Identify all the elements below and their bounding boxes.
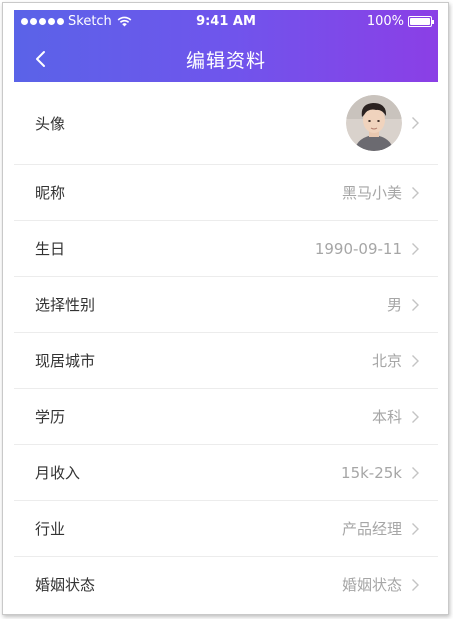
row-value: 1990-09-11 [314, 239, 402, 258]
row-label: 婚姻状态 [35, 576, 96, 594]
chevron-right-icon [412, 578, 419, 591]
row-education[interactable]: 学历 本科 [14, 389, 438, 445]
row-value: 北京 [371, 352, 402, 370]
row-birthday[interactable]: 生日 1990-09-11 [14, 221, 438, 277]
row-value: 婚姻状态 [341, 576, 402, 594]
avatar [346, 95, 402, 151]
battery-percent: 100% [366, 14, 404, 29]
screenshot-frame: Sketch 9:41 AM 100% 编辑资料 头像 昵称 黑马小美 生日 1… [2, 2, 449, 615]
chevron-right-icon [412, 522, 419, 535]
row-label: 学历 [35, 408, 66, 426]
row-value: 本科 [371, 408, 402, 426]
row-value: 产品经理 [341, 520, 402, 538]
chevron-right-icon [412, 117, 419, 129]
row-value: 男 [386, 296, 402, 314]
row-value: 黑马小美 [341, 184, 402, 202]
row-value: 15k-25k [341, 463, 402, 482]
header: Sketch 9:41 AM 100% 编辑资料 [14, 10, 438, 82]
battery-icon [408, 16, 434, 27]
row-label: 选择性别 [35, 296, 96, 314]
profile-field-list: 头像 昵称 黑马小美 生日 1990-09-11 选择性别 男 现居城市 北京 … [14, 82, 438, 608]
row-label: 生日 [35, 240, 66, 258]
phone-screen: Sketch 9:41 AM 100% 编辑资料 头像 昵称 黑马小美 生日 1… [14, 10, 438, 608]
row-city[interactable]: 现居城市 北京 [14, 333, 438, 389]
chevron-right-icon [412, 410, 419, 423]
row-label: 现居城市 [35, 352, 96, 370]
chevron-right-icon [412, 466, 419, 479]
row-label: 昵称 [35, 184, 66, 202]
row-gender[interactable]: 选择性别 男 [14, 277, 438, 333]
row-label: 头像 [35, 114, 66, 133]
chevron-right-icon [412, 354, 419, 367]
status-bar: Sketch 9:41 AM 100% [14, 10, 438, 32]
row-marital-status[interactable]: 婚姻状态 婚姻状态 [14, 557, 438, 608]
row-industry[interactable]: 行业 产品经理 [14, 501, 438, 557]
status-right: 100% [366, 14, 434, 29]
page-title: 编辑资料 [185, 50, 266, 72]
chevron-right-icon [412, 186, 419, 199]
row-nickname[interactable]: 昵称 黑马小美 [14, 165, 438, 221]
row-avatar[interactable]: 头像 [14, 82, 438, 165]
row-income[interactable]: 月收入 15k-25k [14, 445, 438, 501]
row-label: 月收入 [35, 464, 81, 482]
chevron-right-icon [412, 298, 419, 311]
chevron-right-icon [412, 242, 419, 255]
row-label: 行业 [35, 520, 66, 538]
